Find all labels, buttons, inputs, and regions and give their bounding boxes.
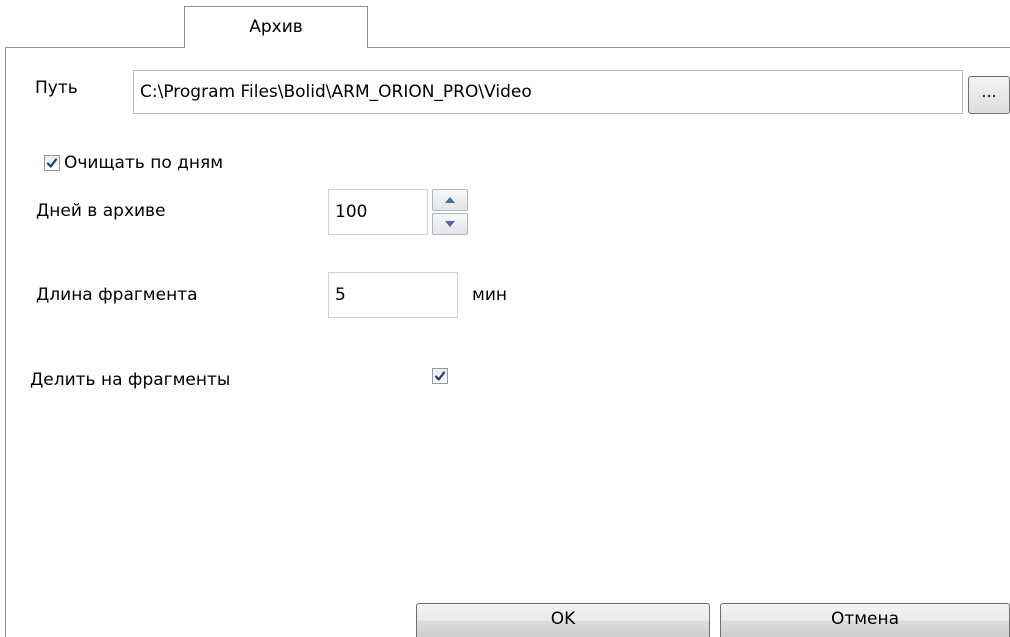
days-in-archive-input[interactable]: 100 [328,189,428,235]
fragment-length-input[interactable]: 5 [328,272,458,318]
days-spinner [432,189,468,235]
check-mark-icon [434,371,446,381]
split-into-fragments-label: Делить на фрагменты [30,370,231,390]
tab-archive[interactable]: Архив [184,6,368,48]
tab-panel [5,47,1010,637]
fragment-length-unit: мин [472,285,507,305]
path-label: Путь [35,78,78,98]
days-in-archive-label: Дней в архиве [36,201,166,221]
spin-up-button[interactable] [432,189,468,211]
ok-button[interactable]: OK [416,603,710,637]
archive-settings-dialog: Архив Путь C:\Program Files\Bolid\ARM_OR… [0,0,1010,637]
cancel-button[interactable]: Отмена [720,603,1010,637]
fragment-length-label: Длина фрагмента [36,285,198,305]
clean-by-days-label: Очищать по дням [64,153,224,173]
split-into-fragments-checkbox[interactable] [432,368,448,384]
check-mark-icon [46,158,58,168]
arrow-up-icon [445,197,455,203]
spin-down-button[interactable] [432,213,468,235]
browse-button[interactable]: ... [968,76,1010,114]
tab-archive-label: Архив [249,17,303,37]
arrow-down-icon [445,221,455,227]
clean-by-days-checkbox[interactable] [44,155,60,171]
path-input[interactable]: C:\Program Files\Bolid\ARM_ORION_PRO\Vid… [133,70,963,114]
